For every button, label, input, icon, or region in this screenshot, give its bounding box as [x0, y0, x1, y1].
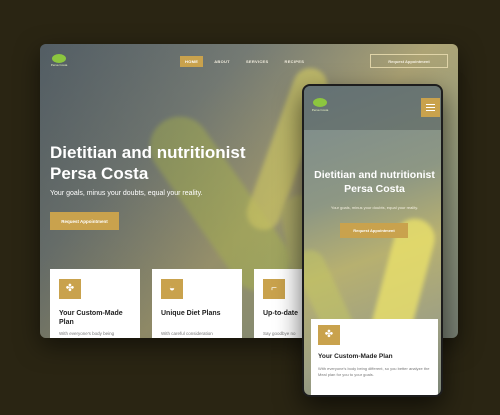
mobile-service-card-body: With everyone's body being different, so…	[318, 366, 430, 377]
plan-icon: ✤	[318, 325, 340, 345]
mobile-service-card[interactable]: ✤ Your Custom-Made Plan With everyone's …	[311, 319, 438, 395]
hero-title: Dietitian and nutritionist Persa Costa	[50, 143, 246, 183]
service-card-diet-plans[interactable]: ◒ Unique Diet Plans With careful conside…	[152, 269, 242, 338]
nav-item-home[interactable]: HOME	[180, 56, 204, 67]
logo[interactable]: Persa Costa	[50, 53, 68, 67]
nav-item-about[interactable]: ABOUT	[209, 56, 235, 67]
service-card-title: Your Custom-Made Plan	[59, 310, 123, 326]
logo-text: Persa Costa	[50, 63, 68, 67]
service-card-body: With everyone's body being	[59, 331, 115, 336]
mobile-hero-title: Dietitian and nutritionist Persa Costa	[314, 169, 435, 195]
hamburger-menu-icon[interactable]	[421, 98, 440, 117]
header-appointment-button[interactable]: Request Appointment	[370, 54, 448, 68]
diet-bowl-icon: ◒	[161, 279, 183, 299]
service-card-title: Unique Diet Plans	[161, 310, 221, 317]
logo-text: Persa Costa	[311, 108, 329, 112]
mobile-logo[interactable]: Persa Costa	[311, 98, 329, 112]
mobile-appointment-button[interactable]: Request Appointment	[340, 223, 408, 238]
mobile-mockup: Persa Costa Dietitian and nutritionist P…	[302, 84, 443, 397]
main-nav: HOME ABOUT SERVICES RECIPES	[180, 56, 309, 67]
logo-leaf-icon	[52, 54, 66, 63]
hero-subtitle: Your goals, minus your doubts, equal you…	[50, 190, 203, 197]
up-to-date-icon: ⌐	[263, 279, 285, 299]
service-card-custom-plan[interactable]: ✤ Your Custom-Made Plan With everyone's …	[50, 269, 140, 338]
service-card-body: With careful consideration	[161, 331, 213, 336]
nav-item-services[interactable]: SERVICES	[241, 56, 274, 67]
mockup-stage: Persa Costa HOME ABOUT SERVICES RECIPES …	[0, 0, 500, 415]
mobile-hero-subtitle: Your goals, minus your doubts, equal you…	[330, 205, 419, 210]
hero-appointment-button[interactable]: Request Appointment	[50, 212, 119, 230]
mobile-service-card-title: Your Custom-Made Plan	[318, 353, 393, 360]
plan-icon: ✤	[59, 279, 81, 299]
logo-leaf-icon	[313, 98, 327, 107]
nav-item-recipes[interactable]: RECIPES	[280, 56, 310, 67]
